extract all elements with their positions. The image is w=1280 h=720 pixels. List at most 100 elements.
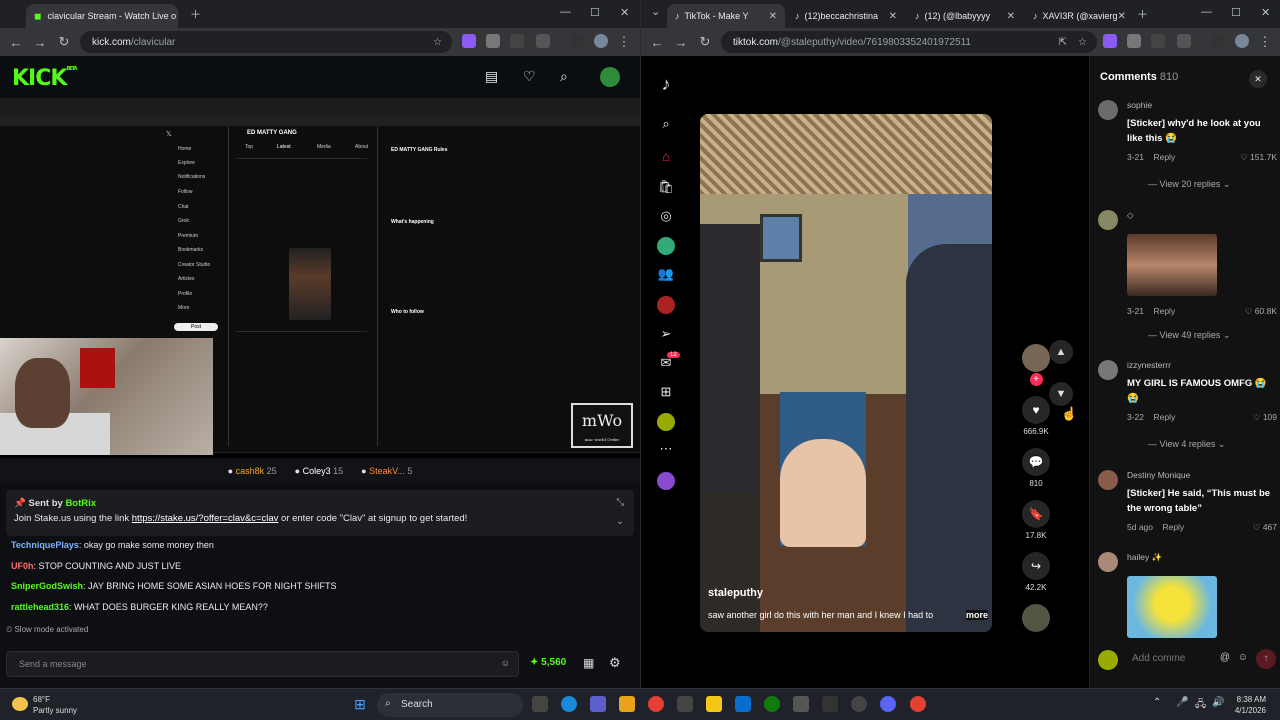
forward-icon[interactable]: → [28, 35, 52, 50]
reload-icon[interactable]: ↻ [693, 34, 717, 50]
new-tab-icon[interactable]: ＋ [190, 6, 201, 22]
close-tab-icon[interactable]: ✕ [176, 11, 178, 22]
taskbar-search[interactable]: ⌕ Search [377, 693, 523, 717]
view-replies[interactable]: — View 20 replies ⌄ [1148, 179, 1230, 190]
profile-avatar[interactable] [1235, 34, 1249, 48]
stream-player[interactable]: 𝕏 Home Explore Notifications Follow Chat… [0, 98, 640, 458]
app-icon[interactable] [619, 696, 635, 712]
more-dots-icon[interactable]: ⋯ [657, 441, 675, 459]
view-replies[interactable]: — View 49 replies ⌄ [1148, 330, 1230, 341]
leader-entry[interactable]: ● SteakV... 5 [361, 466, 412, 476]
extension-icon[interactable] [510, 34, 524, 48]
clock[interactable]: 8:38 AM 4/1/2026 [1235, 694, 1266, 716]
close-comments-icon[interactable]: ✕ [1249, 70, 1267, 88]
xbox-icon[interactable] [764, 696, 780, 712]
author-avatar[interactable]: + [1019, 344, 1053, 386]
tab-tiktok[interactable]: ♪ TikTok - Make Y ✕ [667, 4, 785, 28]
task-view-icon[interactable] [532, 696, 548, 712]
menu-dots-icon[interactable]: ⋮ [612, 34, 636, 50]
comment-author[interactable]: sophie [1127, 100, 1152, 110]
weather-icon[interactable] [12, 697, 28, 711]
tab-kick[interactable]: ◼ clavicular Stream - Watch Live o ✕ [26, 4, 178, 28]
teams-icon[interactable] [590, 696, 606, 712]
epic-games-icon[interactable] [822, 696, 838, 712]
network-icon[interactable]: 🖧 [1195, 697, 1206, 714]
leader-entry[interactable]: ● Coley3 15 [295, 466, 343, 476]
reply-button[interactable]: Reply [1162, 522, 1184, 532]
extension-icon[interactable] [1127, 34, 1141, 48]
follow-plus-icon[interactable]: + [1029, 373, 1043, 386]
file-explorer-icon[interactable] [706, 696, 722, 712]
close-window-icon[interactable]: ✕ [620, 6, 629, 19]
minimize-icon[interactable]: — [1201, 6, 1212, 18]
save-button[interactable]: 🔖 17.8K [1019, 500, 1053, 540]
app-icon[interactable] [793, 696, 809, 712]
like-button[interactable]: ♥ 666.9K [1019, 396, 1053, 436]
mention-icon[interactable]: @ [1220, 652, 1230, 663]
following-heart-icon[interactable]: ♡ [523, 68, 536, 85]
chat-username[interactable]: rattlehead316 [11, 602, 69, 612]
chrome-icon[interactable] [910, 696, 926, 712]
edge-icon[interactable] [561, 696, 577, 712]
reload-icon[interactable]: ↻ [52, 34, 76, 50]
windows-start-icon[interactable]: ⊞ [352, 696, 368, 712]
creator-avatar[interactable] [657, 472, 675, 490]
avatar[interactable] [1098, 470, 1118, 490]
messages-send-icon[interactable]: ➢ [657, 326, 675, 344]
emoji-icon[interactable]: ☺ [1238, 652, 1248, 663]
avatar[interactable] [1098, 100, 1118, 120]
sound-disc[interactable] [1019, 604, 1053, 635]
video-player[interactable] [700, 114, 992, 632]
chrome-icon[interactable] [648, 696, 664, 712]
comment-author[interactable]: ◇ [1127, 210, 1134, 221]
channel-points[interactable]: ✦ 5,560 [530, 657, 566, 668]
chat-username[interactable]: SniperGodSwish [11, 581, 83, 591]
emote-icon[interactable]: ☺ [501, 658, 510, 668]
close-tab-icon[interactable]: ✕ [769, 11, 777, 22]
home-icon[interactable]: ⌂ [657, 149, 675, 167]
chat-username[interactable]: UF0h [11, 561, 34, 571]
reading-list-icon[interactable] [1211, 34, 1225, 48]
pinned-bot-name[interactable]: BotRix [65, 498, 96, 509]
comment-author[interactable]: Destiny Monique [1127, 470, 1190, 480]
shop-icon[interactable]: 🛍 [657, 179, 675, 197]
puzzle-extensions-icon[interactable] [536, 34, 550, 48]
extension-icon[interactable] [486, 34, 500, 48]
tiktok-logo-icon[interactable]: ♪ [657, 74, 675, 94]
add-comment-input[interactable]: Add comme @ ☺ ↑ [1096, 648, 1276, 672]
tab-tiktok-2[interactable]: ♪ (12)beccachristina ✕ [787, 4, 905, 28]
minimize-icon[interactable]: — [560, 6, 571, 18]
tray-chevron-icon[interactable]: ⌃ [1153, 697, 1161, 708]
maximize-icon[interactable]: ☐ [1231, 6, 1241, 19]
close-tab-icon[interactable]: ✕ [1118, 11, 1126, 22]
chat-username[interactable]: TechniquePlays [11, 540, 79, 550]
puzzle-extensions-icon[interactable] [1177, 34, 1191, 48]
comment-button[interactable]: 💬 810 [1019, 448, 1053, 488]
menu-dots-icon[interactable]: ⋮ [1253, 34, 1277, 50]
next-video-button[interactable]: ▼ [1049, 382, 1073, 406]
comment-like[interactable]: ♡ 467 [1253, 522, 1277, 533]
settings-gear-icon[interactable]: ⚙ [609, 655, 621, 671]
pinned-link[interactable]: https://stake.us/?offer=clav&c=clav [132, 513, 279, 524]
share-button[interactable]: ↪ 42.2K [1019, 552, 1053, 592]
mic-icon[interactable]: 🎤 [1176, 697, 1188, 708]
avatar[interactable] [1098, 210, 1118, 230]
video-author[interactable]: staleputhy [708, 587, 763, 599]
explore-compass-icon[interactable]: ◎ [657, 208, 675, 226]
following-avatar[interactable] [657, 237, 675, 255]
reading-list-icon[interactable] [570, 34, 584, 48]
caption-more-link[interactable]: more [965, 610, 988, 620]
close-tab-icon[interactable]: ✕ [889, 11, 897, 22]
live-avatar[interactable] [657, 296, 675, 314]
url-field[interactable]: kick.com/clavicular ☆ [80, 31, 452, 53]
chat-input[interactable]: Send a message ☺ [6, 651, 519, 677]
tab-tiktok-3[interactable]: ♪ (12) (@lbabyyyy ✕ [907, 4, 1023, 28]
profile-avatar[interactable] [594, 34, 608, 48]
kick-logo[interactable]: KICKBETA [12, 66, 78, 91]
close-window-icon[interactable]: ✕ [1261, 6, 1270, 19]
close-tab-icon[interactable]: ✕ [1007, 11, 1015, 22]
friends-icon[interactable]: 👥 [657, 266, 675, 284]
upload-plus-icon[interactable]: ⊞ [657, 384, 675, 402]
comment-author[interactable]: hailey ✨ [1127, 552, 1162, 563]
comment-sticker-image[interactable] [1127, 576, 1217, 638]
